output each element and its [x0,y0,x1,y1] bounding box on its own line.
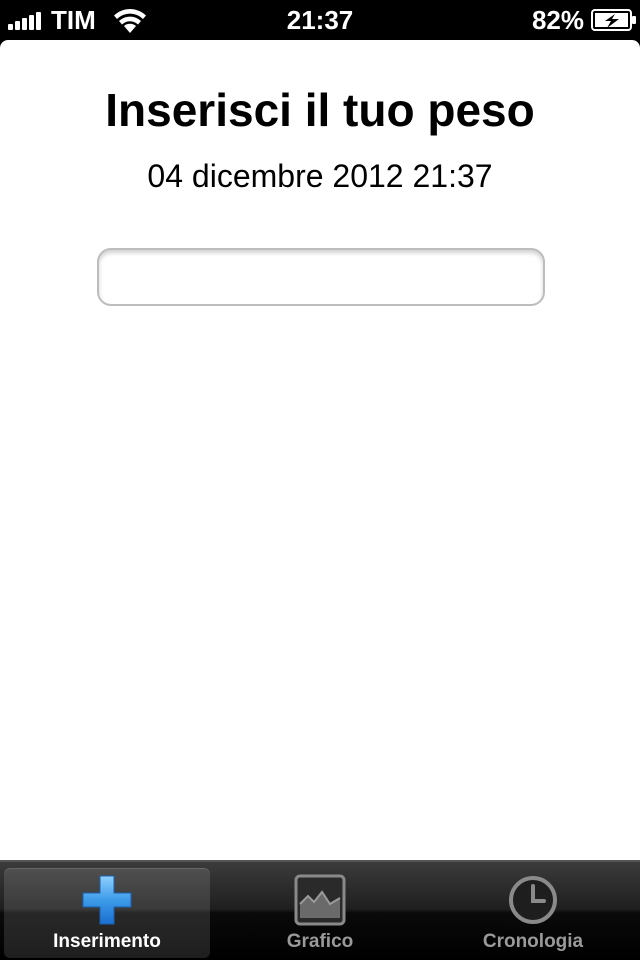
battery-percent: 82% [531,5,584,35]
tab-label: Grafico [286,931,354,952]
weight-input[interactable] [97,248,545,306]
tab-cronologia[interactable]: Cronologia [430,868,636,958]
status-bar: TIM 21:37 82% [0,0,640,40]
tab-grafico[interactable]: Grafico [217,868,423,958]
chart-icon [294,874,346,926]
tab-label: Inserimento [53,931,161,952]
tab-bar: Inserimento Grafico Cronologia [0,860,640,960]
current-datetime: 04 dicembre 2012 21:37 [147,158,493,194]
tab-inserimento[interactable]: Inserimento [4,868,210,958]
page-title: Inserisci il tuo peso [105,84,535,136]
tab-label: Cronologia [482,931,584,952]
plus-icon [82,875,132,925]
phone-screen: TIM 21:37 82% Inserisci il tuo peso 04 d… [0,0,640,960]
clock-icon [509,876,557,924]
content-area: Inserisci il tuo peso 04 dicembre 2012 2… [0,40,640,860]
battery-charging-icon [591,9,636,31]
